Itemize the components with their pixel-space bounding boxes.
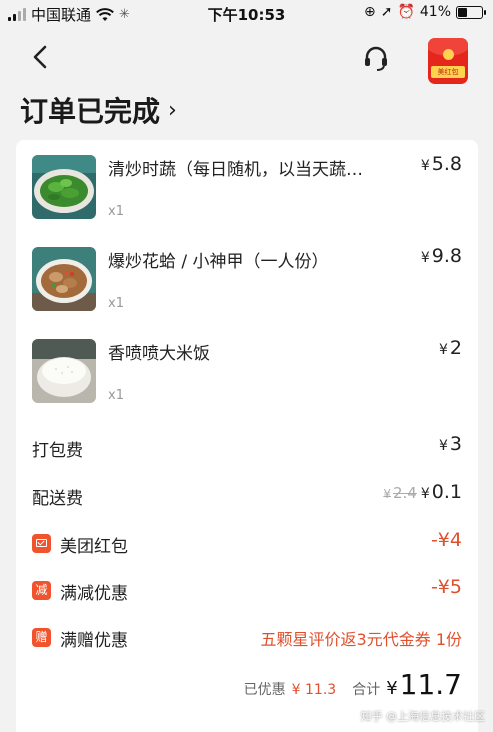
item-name: 香喷喷大米饭: [108, 344, 210, 364]
redpack-discount-row: 美团红包 -¥4: [16, 528, 478, 558]
delivery-fee-row: 配送费 ¥2.4 ¥0.1: [16, 480, 478, 510]
item-qty: x1: [108, 204, 124, 219]
item-name: 爆炒花蛤 / 小神甲（一人份）: [108, 252, 329, 272]
packing-fee-label: 打包费: [32, 441, 83, 461]
watermark: 知乎 @上海信息技术社区: [360, 710, 486, 723]
alarm-icon: ⏰: [397, 4, 415, 20]
direction-icon: ➚: [380, 4, 393, 20]
back-arrow-icon[interactable]: [30, 44, 52, 70]
battery-label: 41%: [419, 4, 451, 20]
delivery-fee-label: 配送费: [32, 489, 83, 509]
envelope-icon: [32, 534, 51, 553]
food-thumbnail-clams: [32, 247, 96, 311]
reduction-discount-label: 满减优惠: [60, 584, 128, 604]
order-status-title[interactable]: 订单已完成 ›: [20, 90, 177, 130]
delivery-fee-value: ¥2.4 ¥0.1: [383, 481, 462, 503]
gift-promo-row: 赠 满赠优惠 五颗星评价返3元代金券 1份: [16, 622, 478, 652]
reduction-badge-icon: 减: [32, 581, 51, 600]
food-thumbnail-vegetables: [32, 155, 96, 219]
battery-icon: [456, 5, 486, 19]
order-item[interactable]: 清炒时蔬（每日随机，以当天蔬… x1 ¥5.8: [16, 140, 478, 232]
status-bar: 中国联通 ✳ 下午10:53 ⊕ ➚ ⏰ 41%: [0, 0, 493, 30]
delivery-fee-original: ¥2.4: [383, 484, 417, 502]
order-totals: 已优惠 ¥ 11.3 合计 ¥11.7: [244, 668, 462, 701]
gift-badge-icon: 赠: [32, 628, 51, 647]
item-name: 清炒时蔬（每日随机，以当天蔬…: [108, 160, 363, 180]
gift-promo-text: 五颗星评价返3元代金券 1份: [260, 630, 462, 649]
nav-bar: 美红包: [0, 30, 493, 86]
status-right: ⊕ ➚ ⏰ 41%: [363, 4, 486, 20]
battery-fill: [458, 7, 468, 17]
item-price: ¥9.8: [420, 245, 462, 267]
order-detail-card: 清炒时蔬（每日随机，以当天蔬… x1 ¥5.8 爆炒花蛤 / 小神甲（一人份） …: [16, 140, 478, 732]
gift-promo-label: 满赠优惠: [60, 631, 128, 651]
redpack-discount-label: 美团红包: [60, 537, 128, 557]
order-item[interactable]: 香喷喷大米饭 x1 ¥2: [16, 324, 478, 416]
red-packet-icon[interactable]: 美红包: [428, 38, 468, 84]
reduction-discount-row: 减 满减优惠 -¥5: [16, 575, 478, 605]
discount-total-label: 已优惠: [243, 682, 286, 698]
item-qty: x1: [108, 296, 124, 311]
customer-service-icon[interactable]: [362, 44, 390, 72]
grand-total-label: 合计: [352, 682, 381, 698]
discount-total-value: ¥ 11.3: [291, 682, 337, 698]
grand-total-value: ¥11.7: [386, 668, 462, 701]
packing-fee-row: 打包费 ¥3: [16, 432, 478, 462]
item-price: ¥2: [438, 337, 462, 359]
item-qty: x1: [108, 388, 124, 403]
packing-fee-value: ¥3: [438, 433, 462, 455]
reduction-discount-value: -¥5: [430, 576, 462, 598]
redpack-discount-value: -¥4: [430, 529, 462, 551]
location-icon: ⊕: [363, 4, 376, 20]
food-thumbnail-rice: [32, 339, 96, 403]
order-item[interactable]: 爆炒花蛤 / 小神甲（一人份） x1 ¥9.8: [16, 232, 478, 324]
page-title: 订单已完成: [20, 95, 161, 128]
chevron-right-icon: ›: [168, 97, 177, 123]
item-price: ¥5.8: [420, 153, 462, 175]
red-packet-tag: 美红包: [431, 66, 465, 78]
